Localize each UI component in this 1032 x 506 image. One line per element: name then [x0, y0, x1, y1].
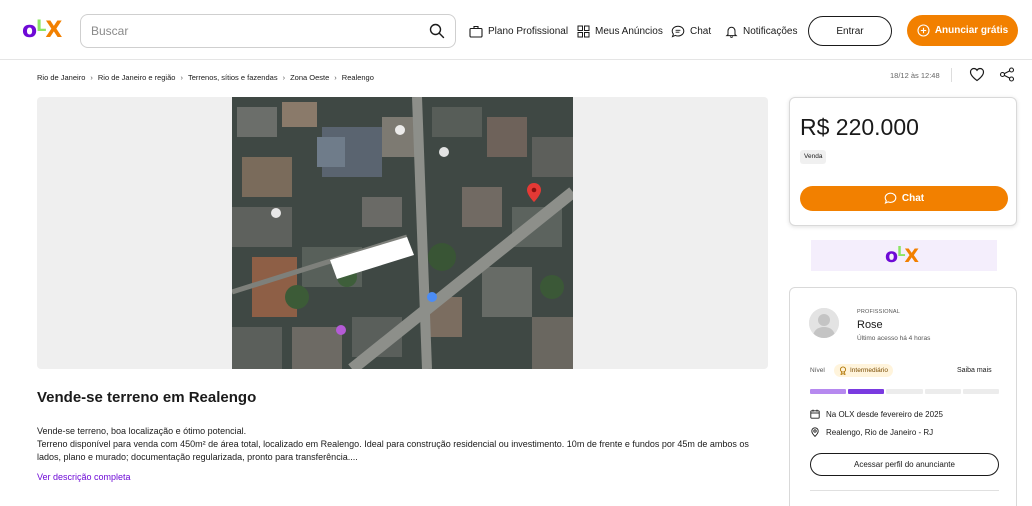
chat-button[interactable]: Chat	[800, 186, 1008, 211]
location-pin-icon	[811, 427, 819, 437]
olx-logo[interactable]: oLX	[22, 16, 62, 44]
seller-type: PROFISSIONAL	[857, 309, 901, 315]
price-card: R$ 220.000 Venda Chat	[789, 97, 1017, 226]
grid-icon	[577, 25, 590, 37]
chevron-right-icon: ›	[180, 72, 183, 82]
breadcrumb-item[interactable]: Terrenos, sítios e fazendas	[188, 73, 278, 82]
acessar-perfil-button[interactable]: Acessar perfil do anunciante	[810, 453, 999, 476]
posted-date: 18/12 às 12:48	[890, 71, 940, 80]
level-segment	[962, 389, 1000, 394]
plus-circle-icon	[917, 24, 930, 37]
level-segment	[886, 389, 923, 394]
divider	[951, 68, 952, 82]
heart-icon[interactable]	[969, 67, 985, 82]
nav-notificacoes[interactable]: Notificações	[725, 22, 797, 40]
olx-logo: oLX	[885, 245, 919, 267]
listing-title: Vende-se terreno em Realengo	[37, 389, 257, 406]
ad-banner[interactable]: oLX	[811, 240, 997, 271]
description-line: Vende-se terreno, boa localização e ótim…	[37, 426, 247, 436]
description-line: Terreno disponível para venda com 450m² …	[37, 439, 749, 462]
level-progress-bar	[810, 389, 1000, 394]
satellite-map-image	[232, 97, 573, 369]
calendar-icon	[810, 409, 820, 419]
level-label: Nível	[810, 367, 825, 374]
breadcrumb-item[interactable]: Realengo	[342, 73, 374, 82]
breadcrumb: Rio de Janeiro › Rio de Janeiro e região…	[37, 71, 374, 83]
anunciar-gratis-button[interactable]: Anunciar grátis	[907, 15, 1018, 46]
saiba-mais-link[interactable]: Saiba mais	[957, 367, 992, 374]
seller-name: Rose	[857, 319, 883, 331]
breadcrumb-item[interactable]: Rio de Janeiro	[37, 73, 85, 82]
seller-card: PROFISSIONAL Rose Último acesso há 4 hor…	[789, 287, 1017, 506]
search-icon[interactable]	[429, 23, 445, 39]
bell-icon	[725, 26, 738, 38]
chevron-right-icon: ›	[282, 72, 286, 82]
nav-plano-profissional[interactable]: Plano Profissional	[469, 22, 568, 40]
breadcrumb-item[interactable]: Zona Oeste	[290, 73, 329, 82]
level-segment	[810, 389, 847, 394]
divider	[810, 490, 999, 491]
level-badge: Intermediário	[834, 364, 893, 377]
listing-description: Vende-se terreno, boa localização e ótim…	[37, 425, 767, 464]
nav-meus-anuncios[interactable]: Meus Anúncios	[577, 22, 663, 40]
top-header: oLX Plano Profissional Meus Anúncios C	[0, 0, 1032, 60]
image-gallery[interactable]	[37, 97, 768, 369]
search-input[interactable]	[91, 21, 411, 41]
level-segment	[848, 389, 885, 394]
sale-type-badge: Venda	[800, 150, 827, 164]
share-icon[interactable]	[999, 67, 1015, 82]
briefcase-icon	[469, 25, 483, 38]
last-access: Último acesso há 4 horas	[857, 335, 931, 342]
chevron-right-icon: ›	[90, 72, 93, 82]
avatar	[809, 308, 839, 338]
ver-descricao-completa-link[interactable]: Ver descrição completa	[37, 472, 131, 482]
search-box	[80, 14, 456, 48]
price: R$ 220.000	[800, 114, 919, 140]
seller-location: Realengo, Rio de Janeiro - RJ	[810, 426, 933, 438]
chevron-right-icon: ›	[334, 72, 337, 82]
chat-bubble-icon	[671, 25, 685, 38]
entrar-button[interactable]: Entrar	[808, 16, 892, 46]
chat-bubble-icon	[884, 192, 897, 204]
medal-icon	[839, 366, 847, 375]
breadcrumb-item[interactable]: Rio de Janeiro e região	[98, 73, 176, 82]
level-segment	[924, 389, 961, 394]
member-since: Na OLX desde fevereiro de 2025	[810, 408, 943, 420]
nav-chat[interactable]: Chat	[671, 22, 711, 40]
